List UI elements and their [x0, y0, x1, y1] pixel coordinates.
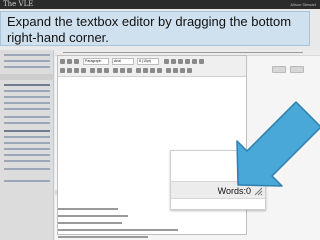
right-controls — [262, 119, 312, 127]
toolbar-icon[interactable] — [143, 68, 148, 73]
toolbar-icon[interactable] — [178, 59, 183, 64]
toolbar-icon[interactable] — [173, 68, 178, 73]
toolbar-icon[interactable] — [74, 59, 79, 64]
form-line — [58, 215, 128, 217]
instruction-text: Expand the textbox editor by dragging th… — [7, 14, 292, 45]
sidebar-item[interactable] — [4, 90, 50, 92]
zoom-inset: Words:0 — [170, 150, 266, 210]
sidebar-item[interactable] — [4, 136, 50, 138]
instruction-banner: Expand the textbox editor by dragging th… — [0, 11, 310, 46]
sidebar — [0, 50, 54, 240]
sidebar-item[interactable] — [4, 54, 50, 56]
sidebar-item[interactable] — [4, 60, 50, 62]
toolbar-icon[interactable] — [157, 68, 162, 73]
toolbar-row: Paragraph Arial 8 (10pt) — [60, 58, 244, 66]
toolbar-icon[interactable] — [150, 68, 155, 73]
sidebar-item[interactable] — [4, 148, 50, 150]
settings-icon[interactable] — [299, 119, 304, 125]
toolbar-icon[interactable] — [97, 68, 102, 73]
sidebar-item[interactable] — [4, 66, 50, 68]
editor-toolbar: Paragraph Arial 8 (10pt) — [58, 56, 246, 77]
sidebar-item[interactable] — [4, 102, 50, 104]
toolbar-icon[interactable] — [81, 68, 86, 73]
format-select[interactable]: Paragraph — [83, 58, 109, 65]
toolbar-icon[interactable] — [67, 68, 72, 73]
toolbar-icon[interactable] — [136, 68, 141, 73]
toolbar-icon[interactable] — [120, 68, 125, 73]
toolbar-icon[interactable] — [67, 59, 72, 64]
sidebar-item[interactable] — [4, 154, 50, 156]
toolbar-icon[interactable] — [164, 59, 169, 64]
sidebar-section-header — [0, 74, 54, 80]
toolbar-row — [60, 67, 244, 75]
cancel-button[interactable] — [272, 66, 286, 73]
toolbar-icon[interactable] — [180, 68, 185, 73]
editor-status-bar: Words:0 — [171, 181, 265, 199]
toolbar-icon[interactable] — [171, 59, 176, 64]
toolbar-icon[interactable] — [166, 68, 171, 73]
toolbar-icon[interactable] — [90, 68, 95, 73]
form-line — [58, 222, 122, 224]
sidebar-item[interactable] — [4, 96, 50, 98]
sidebar-item[interactable] — [4, 180, 50, 182]
sidebar-item[interactable] — [4, 130, 50, 132]
save-button[interactable] — [290, 66, 304, 73]
form-fields — [58, 205, 218, 239]
word-count: Words:0 — [217, 186, 251, 196]
move-icon[interactable] — [292, 119, 297, 125]
brand-title: The VLE — [3, 0, 34, 8]
toolbar-icon[interactable] — [192, 59, 197, 64]
toolbar-icon[interactable] — [127, 68, 132, 73]
sidebar-item[interactable] — [4, 108, 50, 110]
screenshot: The VLE Alison Stewart Paragraph Arial 8… — [0, 0, 320, 240]
form-line — [58, 229, 178, 231]
sidebar-item[interactable] — [4, 142, 50, 144]
resize-grip-icon[interactable] — [253, 186, 263, 196]
sidebar-item[interactable] — [4, 84, 50, 86]
toolbar-icon[interactable] — [199, 59, 204, 64]
toolbar-icon[interactable] — [187, 68, 192, 73]
sidebar-item[interactable] — [4, 168, 50, 170]
toolbar-icon[interactable] — [60, 59, 65, 64]
top-bar: The VLE Alison Stewart — [0, 0, 320, 9]
toolbar-icon[interactable] — [113, 68, 118, 73]
sidebar-item[interactable] — [4, 116, 50, 118]
size-select[interactable]: 8 (10pt) — [137, 58, 159, 65]
toolbar-icon[interactable] — [104, 68, 109, 73]
user-name[interactable]: Alison Stewart — [290, 0, 316, 9]
form-line — [58, 236, 148, 238]
font-select[interactable]: Arial — [112, 58, 134, 65]
sidebar-item[interactable] — [4, 160, 50, 162]
toolbar-icon[interactable] — [185, 59, 190, 64]
toolbar-icon[interactable] — [60, 68, 65, 73]
form-line — [58, 208, 118, 210]
sidebar-item[interactable] — [4, 122, 50, 124]
edit-icon[interactable] — [306, 119, 311, 125]
toolbar-icon[interactable] — [74, 68, 79, 73]
